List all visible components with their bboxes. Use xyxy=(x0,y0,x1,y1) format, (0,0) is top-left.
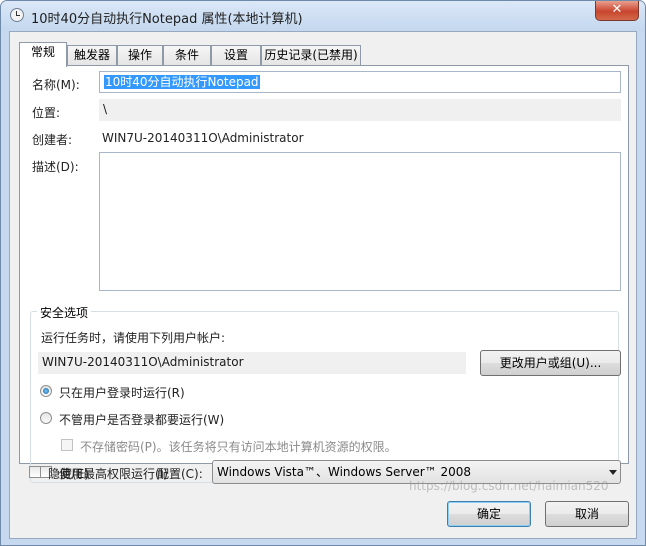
description-label: 描述(D): xyxy=(32,160,79,174)
ok-button[interactable]: 确定 xyxy=(447,501,531,527)
do-not-store-password-label: 不存储密码(P)。该任务将只有访问本地计算机资源的权限。 xyxy=(80,440,397,454)
run-as-prompt: 运行任务时，请使用下列用户帐户: xyxy=(41,331,226,345)
clock-icon xyxy=(10,8,24,22)
hidden-label[interactable]: 隐藏(E) xyxy=(48,465,89,482)
tab-actions[interactable]: 操作 xyxy=(117,45,163,66)
security-options-group: 安全选项 运行任务时，请使用下列用户帐户: WIN7U-20140311O\Ad… xyxy=(30,304,621,483)
location-label: 位置: xyxy=(32,106,61,120)
chevron-down-icon xyxy=(609,470,617,475)
close-button[interactable]: ✕ xyxy=(595,1,639,21)
watermark: https://blog.csdn.net/haimian520 xyxy=(409,479,609,493)
task-properties-window: 10时40分自动执行Notepad 属性(本地计算机) ✕ 常规 触发器 操作 … xyxy=(0,0,646,546)
security-options-title: 安全选项 xyxy=(37,304,92,321)
window-title: 10时40分自动执行Notepad 属性(本地计算机) xyxy=(31,12,303,27)
author-label: 创建者: xyxy=(32,133,73,147)
name-field[interactable]: 10时40分自动执行Notepad xyxy=(99,71,621,93)
run-only-logged-on-radio[interactable] xyxy=(40,385,52,397)
description-textarea[interactable] xyxy=(99,152,621,291)
change-user-button[interactable]: 更改用户或组(U)... xyxy=(480,350,621,376)
do-not-store-password-checkbox[interactable] xyxy=(61,439,73,451)
configure-value: Windows Vista™、Windows Server™ 2008 xyxy=(217,465,472,479)
tab-conditions[interactable]: 条件 xyxy=(163,45,211,66)
tab-history[interactable]: 历史记录(已禁用) xyxy=(261,45,361,66)
configure-label: 配置(C): xyxy=(157,467,203,481)
tab-triggers[interactable]: 触发器 xyxy=(67,45,117,66)
account-field: WIN7U-20140311O\Administrator xyxy=(38,352,466,374)
name-label: 名称(M): xyxy=(32,78,80,92)
dialog-client-area: 常规 触发器 操作 条件 设置 历史记录(已禁用) 名称(M): 10时40分自… xyxy=(9,31,637,539)
location-field: \ xyxy=(99,99,621,121)
run-whether-logged-on-label[interactable]: 不管用户是否登录都要运行(W) xyxy=(59,411,224,428)
hidden-checkbox[interactable] xyxy=(29,466,41,478)
run-only-logged-on-label[interactable]: 只在用户登录时运行(R) xyxy=(59,384,185,401)
tab-general[interactable]: 常规 xyxy=(19,42,67,67)
title-bar[interactable]: 10时40分自动执行Notepad 属性(本地计算机) ✕ xyxy=(1,1,645,31)
run-whether-logged-on-radio[interactable] xyxy=(40,412,52,424)
author-value: WIN7U-20140311O\Administrator xyxy=(102,131,304,145)
general-tab-panel: 名称(M): 10时40分自动执行Notepad 位置: \ 创建者: WIN7… xyxy=(19,65,629,483)
name-value: 10时40分自动执行Notepad xyxy=(104,75,260,89)
tab-settings[interactable]: 设置 xyxy=(211,45,261,66)
cancel-button[interactable]: 取消 xyxy=(545,501,629,527)
